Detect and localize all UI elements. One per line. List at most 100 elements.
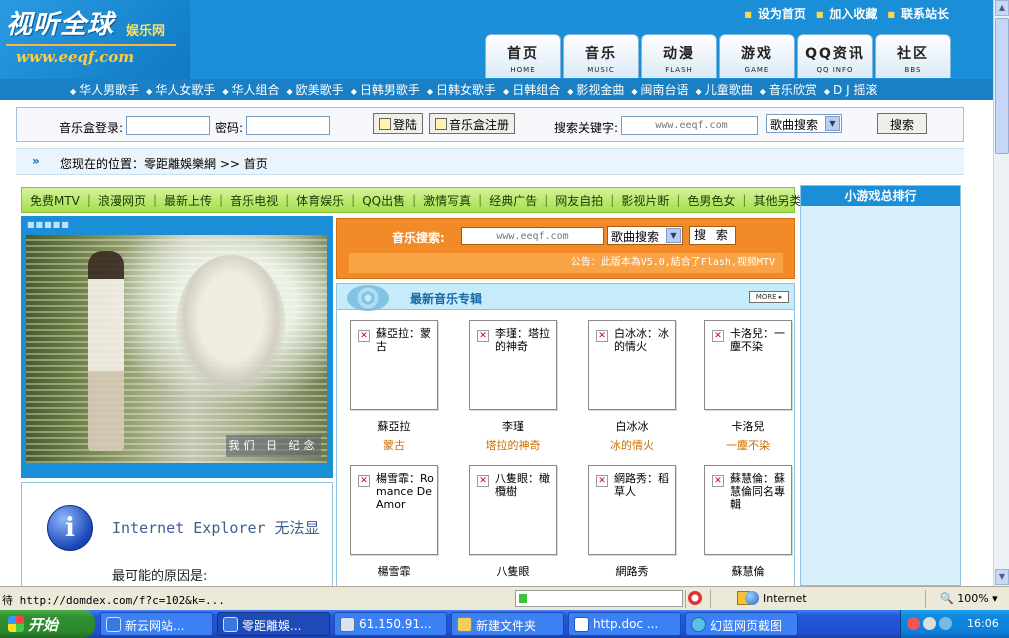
scroll-up-icon[interactable]: ▲ [995, 0, 1009, 16]
albums-title: 最新音乐专辑 [410, 292, 483, 306]
keyword-input[interactable] [621, 116, 758, 135]
category-link[interactable]: 日韩男歌手 [351, 81, 420, 98]
search-button[interactable]: 搜索 [877, 113, 927, 134]
nav-tab-home[interactable]: 首页 HOME [485, 34, 561, 78]
popup-blocked-icon[interactable] [688, 591, 702, 605]
register-button[interactable]: 音乐盒注册 [429, 113, 516, 134]
broken-image-icon: ✕ [477, 475, 489, 487]
album-artist[interactable]: 蘇亞拉 [345, 418, 443, 434]
subnav-item[interactable]: 色男色女 [687, 192, 735, 209]
album-cover[interactable]: ✕ 李瑾：塔拉的神奇 [469, 320, 557, 410]
album-cover[interactable]: ✕ 卡洛兒：一塵不染 [704, 320, 792, 410]
album-cover[interactable]: ✕ 楊雪霏：Romance De Amor [350, 465, 438, 555]
album-artist[interactable]: 李瑾 [464, 418, 562, 434]
category-link[interactable]: D J 摇滚 [824, 81, 877, 98]
albums-header: 最新音乐专辑 MORE ▸ [337, 284, 794, 311]
category-link[interactable]: 音乐欣赏 [760, 81, 817, 98]
logo-title: 视听全球 [6, 10, 115, 40]
nav-tab-flash[interactable]: 动漫 FLASH [641, 34, 717, 78]
album-title[interactable]: 蒙古 [345, 437, 443, 453]
album-title[interactable]: 一塵不染 [699, 437, 797, 453]
username-input[interactable] [126, 116, 210, 135]
album-cover[interactable]: ✕ 蘇慧倫：蘇慧倫同名專輯 [704, 465, 792, 555]
album-cover-alt: 蘇慧倫：蘇慧倫同名專輯 [730, 472, 785, 511]
album-artist[interactable]: 白冰冰 [583, 418, 681, 434]
category-link[interactable]: 日韩组合 [503, 81, 560, 98]
album-artist[interactable]: 網路秀 [583, 563, 681, 579]
nav-tab-bbs[interactable]: 社区 BBS [875, 34, 951, 78]
feature-photo[interactable]: 我们 日 纪念 [26, 235, 327, 463]
subnav-item[interactable]: 其他另类 [753, 192, 801, 209]
album-title[interactable]: 塔拉的神奇 [464, 437, 562, 453]
start-button[interactable]: 开始 [0, 610, 95, 638]
sub-nav: 免费MTV | 浪漫网页 | 最新上传 | 音乐电视 | 体育娱乐 | QQ出售 | 激情写… [21, 187, 801, 213]
album-cover[interactable]: ✕ 八隻眼：橄欖樹 [469, 465, 557, 555]
nav-tab-game[interactable]: 游戏 GAME [719, 34, 795, 78]
password-input[interactable] [246, 116, 330, 135]
subnav-item[interactable]: 体育娱乐 [296, 192, 344, 209]
album-cover[interactable]: ✕ 蘇亞拉：蒙古 [350, 320, 438, 410]
subnav-item[interactable]: 免费MTV [30, 192, 80, 209]
logo-url: www.eeqf.com [16, 48, 135, 66]
music-search-button[interactable]: 搜 索 [689, 226, 736, 245]
subnav-item[interactable]: 网友自拍 [555, 192, 603, 209]
category-link[interactable]: 儿童歌曲 [696, 81, 753, 98]
album-cover[interactable]: ✕ 網路秀：稻草人 [588, 465, 676, 555]
zoom-level[interactable]: 🔍 100% ▾ [940, 592, 998, 605]
vertical-scrollbar[interactable]: ▲ ▼ [993, 0, 1009, 586]
category-link[interactable]: 欧美歌手 [287, 81, 344, 98]
subnav-item[interactable]: QQ出售 [362, 192, 405, 209]
scroll-down-icon[interactable]: ▼ [995, 569, 1009, 585]
music-search-type-select[interactable]: 歌曲搜索 ▼ [607, 226, 683, 245]
taskbar-item[interactable]: 新云网站... [100, 612, 213, 636]
add-favorite-link[interactable]: ■ 加入收藏 [816, 5, 878, 22]
nav-tab-qq-info[interactable]: QQ资讯 QQ INFO [797, 34, 873, 78]
taskbar-item[interactable]: 61.150.91... [334, 612, 447, 636]
subnav-item[interactable]: 浪漫网页 [98, 192, 146, 209]
chevron-down-icon: ▼ [825, 116, 840, 131]
album-artist[interactable]: 八隻眼 [464, 563, 562, 579]
album-artist[interactable]: 卡洛兒 [699, 418, 797, 434]
album-artist[interactable]: 蘇慧倫 [699, 563, 797, 579]
category-link[interactable]: 华人男歌手 [70, 81, 139, 98]
subnav-item[interactable]: 最新上传 [164, 192, 212, 209]
album-title[interactable]: 冰的情火 [583, 437, 681, 453]
category-link[interactable]: 华人组合 [222, 81, 280, 98]
album-artist[interactable]: 楊雪霏 [345, 563, 443, 579]
subnav-item[interactable]: 经典广告 [489, 192, 537, 209]
site-logo[interactable]: 视听全球 娱乐网 www.eeqf.com [0, 0, 190, 79]
clock[interactable]: 16:06 [967, 617, 999, 630]
status-divider [710, 590, 711, 608]
tray-icon[interactable] [923, 617, 936, 630]
photo-caption: 我们 日 纪念 [226, 435, 321, 457]
scroll-thumb[interactable] [995, 18, 1009, 154]
music-search-panel: 音乐搜索: 歌曲搜索▼ 搜 索 公告：此版本為V5.0,結合了Flash,视频M… [336, 218, 795, 279]
panel-dots-icon: ■■■■■ [27, 220, 70, 229]
taskbar-item[interactable]: 新建文件夹 [451, 612, 564, 636]
breadcrumb-arrow-icon: » [32, 154, 40, 168]
music-search-input[interactable] [461, 227, 604, 245]
category-link[interactable]: 闽南台语 [631, 81, 689, 98]
photo-panel: ■■■■■ 我们 日 纪念 [21, 216, 333, 478]
login-button[interactable]: 登陆 [373, 113, 424, 134]
category-link[interactable]: 日韩女歌手 [427, 81, 496, 98]
subnav-item[interactable]: 音乐电视 [230, 192, 278, 209]
category-link[interactable]: 影视金曲 [567, 81, 624, 98]
contact-link[interactable]: ■ 联系站长 [887, 5, 949, 22]
tray-icon[interactable] [907, 617, 920, 630]
taskbar-item[interactable]: 幻蓝网页截图 [685, 612, 798, 636]
volume-icon[interactable] [939, 617, 952, 630]
taskbar-item[interactable]: http.doc ... [568, 612, 681, 636]
search-type-select[interactable]: 歌曲搜索 ▼ [766, 114, 842, 133]
taskbar-item-active[interactable]: 零距離娛... [217, 612, 330, 636]
login-bar: 音乐盒登录: 密码: 登陆 音乐盒注册 搜索关键字: 歌曲搜索▼ 搜索 [16, 107, 964, 142]
chevron-down-icon: ▼ [666, 228, 681, 243]
subnav-item[interactable]: 激情写真 [423, 192, 471, 209]
nav-tab-music[interactable]: 音乐 MUSIC [563, 34, 639, 78]
set-homepage-link[interactable]: ■ 设为首页 [744, 5, 806, 22]
broken-image-icon: ✕ [358, 330, 370, 342]
album-cover[interactable]: ✕ 白冰冰：冰的情火 [588, 320, 676, 410]
subnav-item[interactable]: 影视片断 [621, 192, 669, 209]
category-link[interactable]: 华人女歌手 [146, 81, 215, 98]
more-button[interactable]: MORE ▸ [749, 291, 789, 303]
